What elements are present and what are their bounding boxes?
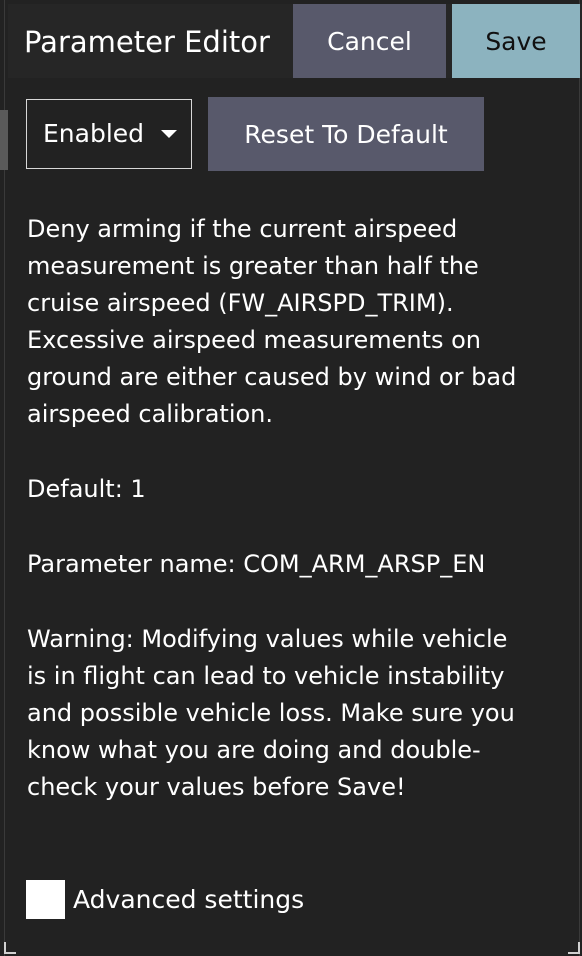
dialog-title: Parameter Editor xyxy=(24,25,270,59)
value-combobox[interactable]: Enabled xyxy=(26,99,192,169)
reset-to-default-button[interactable]: Reset To Default xyxy=(208,97,484,171)
dropdown-arrow-icon xyxy=(161,130,177,138)
parameter-description: Deny arming if the current airspeed meas… xyxy=(27,215,517,428)
frame-line-right xyxy=(579,0,580,956)
parameter-name-text: Parameter name: COM_ARM_ARSP_EN xyxy=(27,550,486,578)
warning-text: Warning: Modifying values while vehicle … xyxy=(27,625,515,801)
corner-mark-bottom-left xyxy=(4,942,16,954)
background-scroll-edge xyxy=(0,110,8,170)
default-value-text: Default: 1 xyxy=(27,475,146,503)
advanced-settings-checkbox[interactable] xyxy=(26,880,65,919)
save-button[interactable]: Save xyxy=(452,4,580,78)
parameter-editor-dialog: Parameter Editor Cancel Save Enabled Res… xyxy=(0,0,582,956)
combobox-value: Enabled xyxy=(43,119,145,148)
corner-mark-bottom-right xyxy=(568,942,580,954)
advanced-settings-label[interactable]: Advanced settings xyxy=(73,882,304,918)
cancel-button[interactable]: Cancel xyxy=(293,4,446,78)
